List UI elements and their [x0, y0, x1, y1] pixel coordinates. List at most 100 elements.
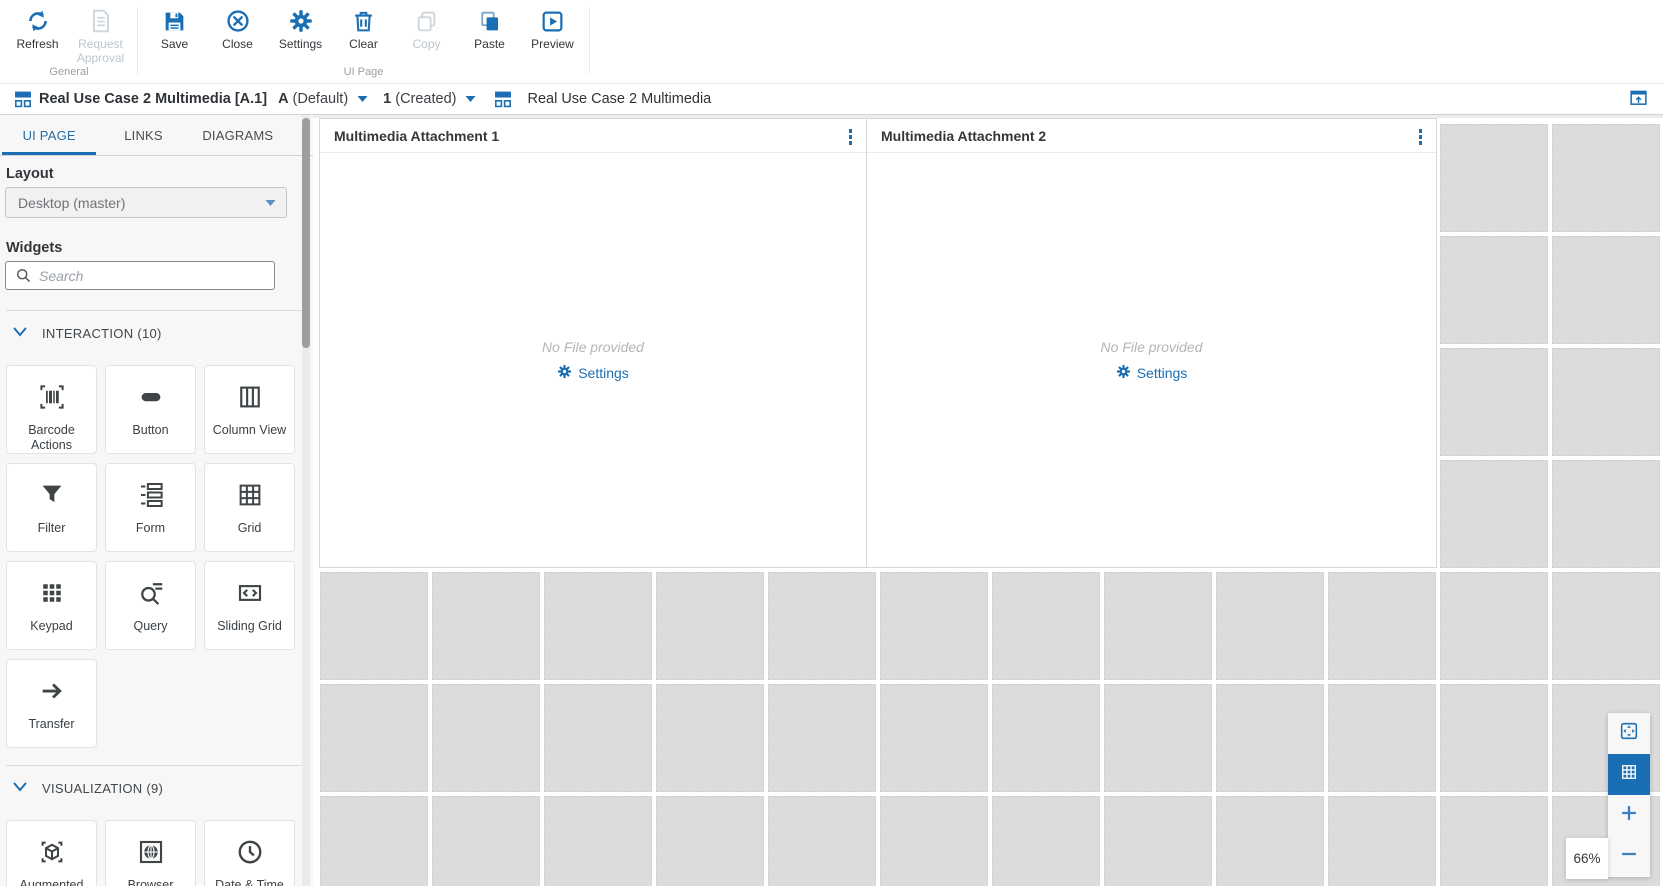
barcode-icon [37, 382, 67, 417]
canvas-grid-cell [1216, 684, 1324, 792]
canvas-grid-cell [544, 572, 652, 680]
ribbon-button-label: Paste [474, 37, 505, 51]
widget-tile-date-time[interactable]: Date & Time [204, 820, 295, 886]
request-approval-button[interactable]: Request Approval [69, 7, 132, 66]
widget-search-input[interactable] [5, 261, 275, 290]
canvas-grid-cell [1104, 572, 1212, 680]
canvas-grid-cell [880, 572, 988, 680]
form-rows-icon [136, 480, 166, 515]
widget-tile-column-view[interactable]: Column View [204, 365, 295, 454]
ribbon-button-label: Request Approval [76, 37, 125, 65]
widget-tile-barcode-actions[interactable]: Barcode Actions [6, 365, 97, 454]
layout-label: Layout [6, 166, 54, 182]
canvas-grid-cell [1328, 684, 1436, 792]
panel-settings-link[interactable]: Settings [1116, 364, 1187, 382]
settings-button[interactable]: Settings [269, 7, 332, 66]
widget-tile-label: Button [132, 423, 169, 437]
page-title: Real Use Case 2 Multimedia [527, 91, 712, 107]
toggle-grid-button[interactable] [1608, 754, 1650, 795]
tab-ui-page[interactable]: UI PAGE [2, 115, 96, 155]
multimedia-widget-1[interactable]: Multimedia Attachment 1 No File provided… [320, 119, 866, 567]
canvas-grid-cell [768, 572, 876, 680]
close-circle-icon [225, 7, 251, 35]
ribbon-button-label: Refresh [16, 37, 59, 51]
widget-tile-keypad[interactable]: Keypad [6, 561, 97, 650]
sidebar-scrollbar-thumb[interactable] [302, 118, 310, 348]
clear-button[interactable]: Clear [332, 7, 395, 66]
grid-icon [1619, 762, 1639, 787]
refresh-icon [25, 7, 51, 35]
app-title: Real Use Case 2 Multimedia [A.1] [39, 91, 268, 107]
canvas-zoom-toolbar [1608, 713, 1650, 877]
funnel-icon [37, 480, 67, 515]
variant-selector[interactable]: A (Default) [278, 91, 372, 107]
section-header-visualization[interactable]: VISUALIZATION (9) [0, 766, 313, 797]
canvas-grid-cell [1440, 460, 1548, 568]
multimedia-widget-2[interactable]: Multimedia Attachment 2 No File provided… [867, 119, 1436, 567]
zoom-out-button[interactable] [1608, 836, 1650, 877]
tab-diagrams[interactable]: DIAGRAMS [191, 115, 285, 155]
canvas-grid-cell [656, 684, 764, 792]
no-file-text: No File provided [1100, 339, 1203, 355]
widget-tile-label: Form [135, 521, 166, 535]
widget-tile-transfer[interactable]: Transfer [6, 659, 97, 748]
paste-button[interactable]: Paste [458, 7, 521, 66]
ribbon-button-label: Copy [412, 37, 441, 51]
fit-to-screen-button[interactable] [1608, 713, 1650, 754]
chevron-down-icon [465, 95, 476, 103]
ribbon-button-label: Clear [349, 37, 378, 51]
widget-tile-form[interactable]: Form [105, 463, 196, 552]
designer-canvas: Multimedia Attachment 1 No File provided… [313, 115, 1663, 886]
app-icon [14, 90, 32, 108]
section-header-interaction[interactable]: INTERACTION (10) [0, 311, 313, 342]
layout-select[interactable]: Desktop (master) [5, 187, 287, 218]
widget-tile-augmented-reality[interactable]: Augmented Reality [6, 820, 97, 886]
widget-tile-sliding-grid[interactable]: Sliding Grid [204, 561, 295, 650]
tab-links[interactable]: LINKS [96, 115, 190, 155]
refresh-button[interactable]: Refresh [6, 7, 69, 66]
globe-icon [136, 837, 166, 872]
canvas-grid-cell [992, 796, 1100, 886]
widget-tile-label: Augmented Reality [19, 878, 84, 886]
zoom-in-button[interactable] [1608, 795, 1650, 836]
ribbon-separator [137, 7, 138, 74]
preview-button[interactable]: Preview [521, 7, 584, 66]
ribbon-group-label: UI Page [343, 66, 384, 78]
canvas-grid-cell [544, 796, 652, 886]
chevron-down-icon [357, 95, 368, 103]
ar-cube-icon [37, 837, 67, 872]
canvas-grid-cell [320, 572, 428, 680]
panel-settings-link[interactable]: Settings [557, 364, 629, 382]
chevron-down-icon [13, 324, 27, 342]
canvas-grid-cell [1440, 572, 1548, 680]
copy-button[interactable]: Copy [395, 7, 458, 66]
canvas-grid-cell [1552, 236, 1660, 344]
panel-settings-label: Settings [578, 365, 629, 381]
search-icon [15, 267, 32, 289]
kebab-menu-icon[interactable] [1418, 128, 1424, 146]
open-in-window-button[interactable] [1630, 90, 1647, 109]
widget-tile-query[interactable]: Query [105, 561, 196, 650]
canvas-grid-cell [320, 796, 428, 886]
canvas-grid-cell [1216, 796, 1324, 886]
version-key: 1 [383, 91, 392, 107]
sliding-grid-icon [235, 578, 265, 613]
widget-tile-filter[interactable]: Filter [6, 463, 97, 552]
widget-tile-button[interactable]: Button [105, 365, 196, 454]
version-selector[interactable]: 1 (Created) [383, 91, 480, 107]
kebab-menu-icon[interactable] [848, 128, 854, 146]
visualization-widget-grid: Augmented Reality Browser Date & Time [6, 820, 313, 886]
canvas-grid-cell [1216, 572, 1324, 680]
canvas-grid-cell [432, 796, 540, 886]
ribbon-button-label: Save [160, 37, 189, 51]
widget-tile-grid[interactable]: Grid [204, 463, 295, 552]
chevron-down-icon [265, 199, 276, 207]
save-button[interactable]: Save [143, 7, 206, 66]
widget-tile-label: Keypad [30, 619, 73, 633]
widget-tile-browser[interactable]: Browser [105, 820, 196, 886]
canvas-grid-cell [656, 572, 764, 680]
trash-icon [351, 7, 376, 35]
close-button[interactable]: Close [206, 7, 269, 66]
section-title: INTERACTION (10) [42, 325, 162, 341]
canvas-panels: Multimedia Attachment 1 No File provided… [319, 118, 1437, 568]
